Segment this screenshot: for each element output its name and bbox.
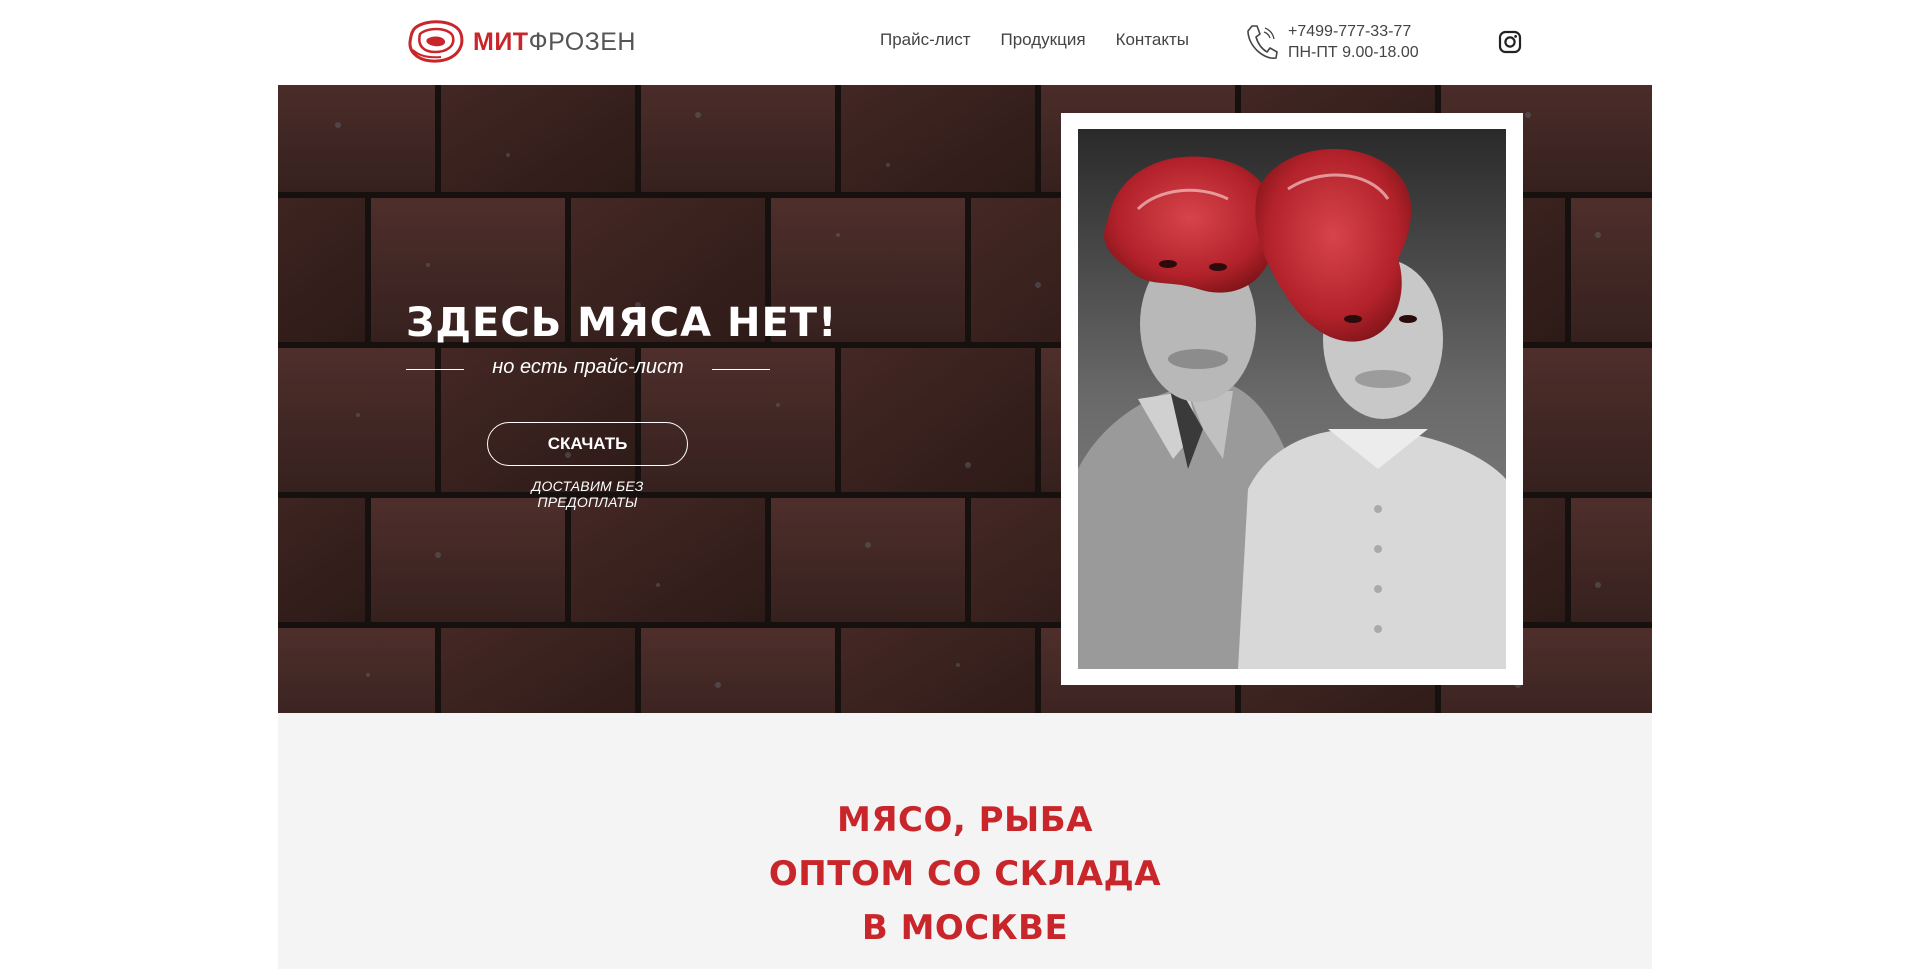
contact-info: +7499-777-33-77 ПН-ПТ 9.00-18.00: [1288, 21, 1419, 63]
instagram-icon[interactable]: [1498, 30, 1522, 54]
meat-steak-icon: [408, 20, 464, 63]
logo-text: МИТФРОЗЕН: [473, 28, 636, 57]
logo-text-red: МИТ: [473, 27, 529, 56]
hero-subtitle-block: но есть прайс-лист: [406, 356, 770, 382]
intro-heading-line-3: В МОСКВЕ: [861, 908, 1069, 948]
hero-subtitle: но есть прайс-лист: [492, 356, 684, 378]
phone-icon: [1247, 25, 1278, 59]
photo-frame: [1061, 113, 1523, 685]
working-hours: ПН-ПТ 9.00-18.00: [1288, 44, 1419, 61]
nav-price-list[interactable]: Прайс-лист: [880, 30, 971, 50]
hero-title: ЗДЕСЬ МЯСА НЕТ!: [406, 300, 838, 346]
logo-text-gray: ФРОЗЕН: [528, 27, 636, 56]
divider-line-right: [712, 369, 770, 370]
main-nav: Прайс-лист Продукция Контакты: [880, 30, 1189, 50]
intro-heading-line-2: ОПТОМ СО СКЛАДА: [768, 854, 1162, 894]
logo-link[interactable]: МИТФРОЗЕН: [407, 20, 636, 64]
delivery-note: ДОСТАВИМ БЕЗ ПРЕДОПЛАТЫ: [531, 478, 644, 510]
intro-heading: МЯСО, РЫБА ОПТОМ СО СКЛАДА В МОСКВЕ: [278, 793, 1652, 955]
couple-photo-with-steak-masks: [1078, 129, 1506, 669]
phone-number[interactable]: +7499-777-33-77: [1288, 21, 1419, 42]
site-header: МИТФРОЗЕН Прайс-лист Продукция Контакты …: [0, 0, 1920, 85]
nav-contacts[interactable]: Контакты: [1116, 30, 1189, 50]
hero-section: ЗДЕСЬ МЯСА НЕТ! но есть прайс-лист СКАЧА…: [278, 85, 1652, 713]
intro-heading-line-1: МЯСО, РЫБА: [837, 800, 1093, 840]
download-price-list-button[interactable]: СКАЧАТЬ: [487, 422, 688, 466]
intro-section: МЯСО, РЫБА ОПТОМ СО СКЛАДА В МОСКВЕ: [278, 713, 1652, 969]
nav-products[interactable]: Продукция: [1001, 30, 1086, 50]
